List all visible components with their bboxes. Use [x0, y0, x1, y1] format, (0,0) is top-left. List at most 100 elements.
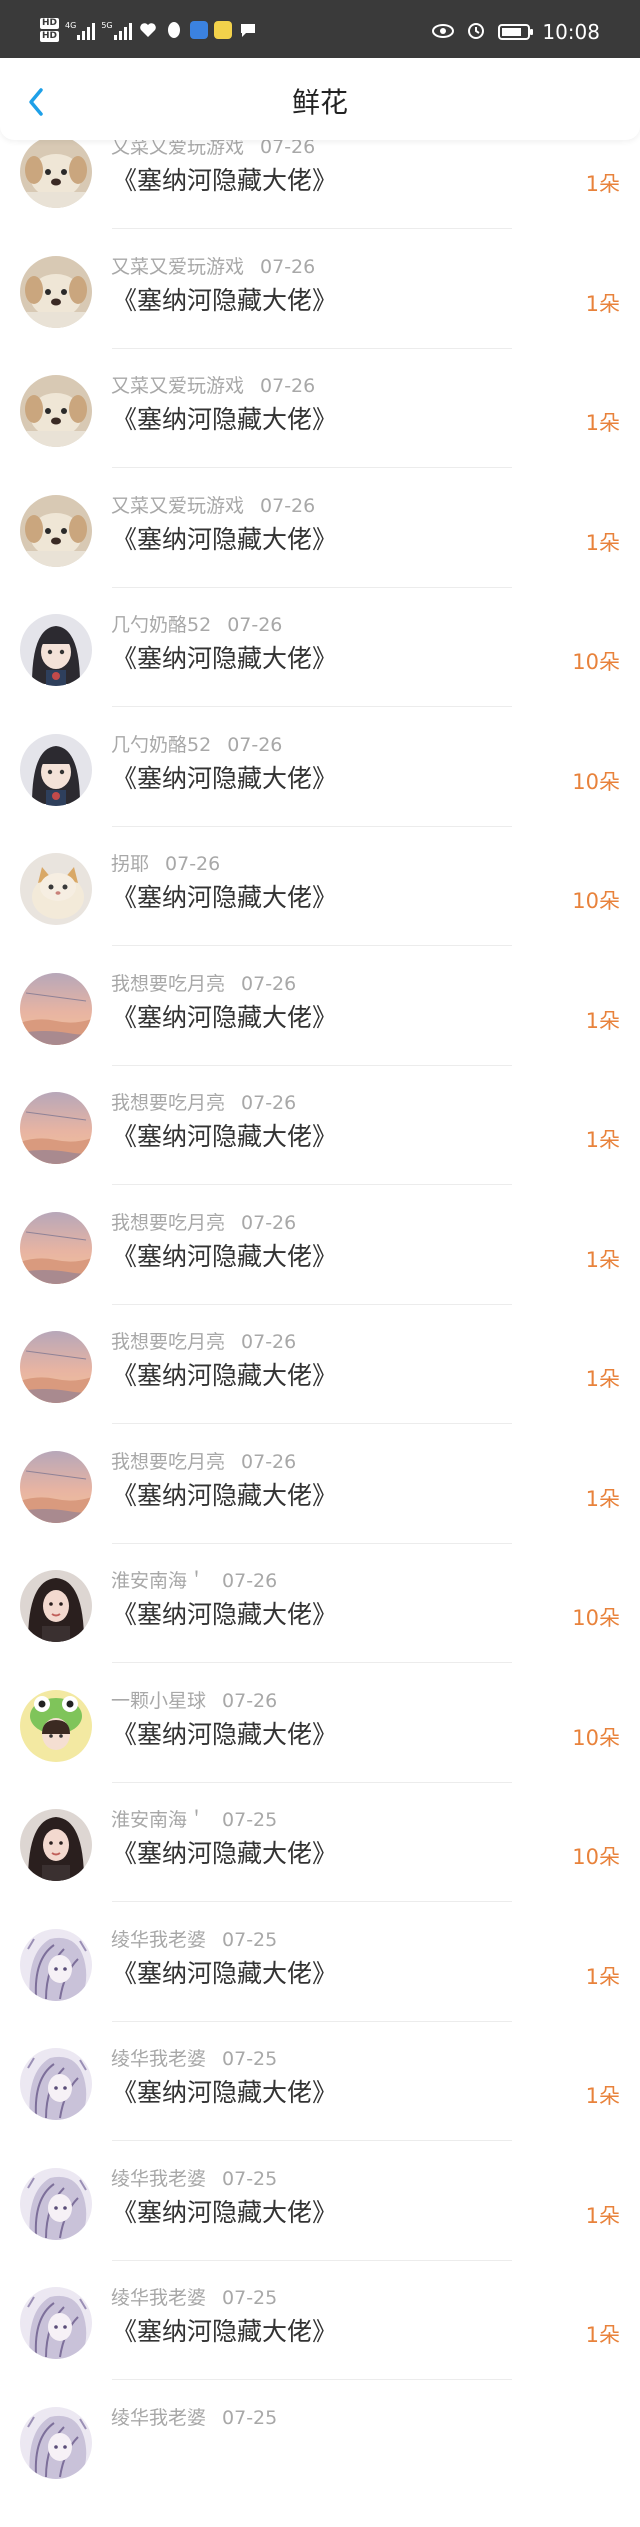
flower-list-item[interactable]: 绫华我老婆 07-25 《塞纳河隐藏大佬》 1朵: [0, 2167, 640, 2288]
sender-name[interactable]: 我想要吃月亮: [111, 1331, 225, 1353]
sender-name[interactable]: 淮安南海＇: [111, 1809, 206, 1831]
avatar[interactable]: [20, 614, 92, 686]
avatar[interactable]: [20, 1689, 92, 1762]
status-bar: HD HD 4G 5G 10:08: [0, 0, 640, 58]
avatar[interactable]: [20, 972, 92, 1045]
avatar[interactable]: [20, 1928, 92, 2001]
sender-name[interactable]: 绫华我老婆: [111, 2048, 206, 2070]
sender-name[interactable]: 绫华我老婆: [111, 2407, 206, 2429]
flower-message: 《塞纳河隐藏大佬》: [112, 2197, 338, 2227]
sender-name[interactable]: 淮安南海＇: [111, 1570, 206, 1592]
flower-list-item[interactable]: 又菜又爱玩游戏 07-26 《塞纳河隐藏大佬》 1朵: [0, 375, 640, 495]
sender-name[interactable]: 又菜又爱玩游戏: [111, 495, 244, 517]
avatar[interactable]: [20, 1809, 92, 1881]
row-divider: [112, 1662, 512, 1663]
flower-count: 1朵: [585, 1247, 620, 1272]
sender-name[interactable]: 绫华我老婆: [111, 2287, 206, 2309]
avatar[interactable]: [20, 375, 92, 447]
sender-name[interactable]: 我想要吃月亮: [111, 1212, 225, 1234]
flower-list-item[interactable]: 我想要吃月亮 07-26 《塞纳河隐藏大佬》 1朵: [0, 1211, 640, 1332]
sent-date: 07-25: [222, 2048, 278, 2070]
network-type-2: 5G: [101, 20, 113, 30]
sender-line: 淮安南海＇ 07-26: [111, 1570, 277, 1592]
flower-count: 1朵: [585, 2084, 620, 2108]
sender-name[interactable]: 几勺奶酪52: [111, 734, 211, 756]
avatar[interactable]: [20, 1570, 92, 1642]
flower-list-item[interactable]: 淮安南海＇ 07-26 《塞纳河隐藏大佬》 10朵: [0, 1570, 640, 1690]
flower-list-item[interactable]: 绫华我老婆 07-25 《塞纳河隐藏大佬》 1朵: [0, 1928, 640, 2049]
hd-indicator: HD HD: [40, 18, 60, 42]
avatar[interactable]: [20, 136, 92, 208]
flower-message: 《塞纳河隐藏大佬》: [112, 1600, 338, 1629]
avatar[interactable]: [20, 2048, 92, 2120]
row-divider: [112, 467, 512, 468]
sender-line: 我想要吃月亮 07-26: [111, 1092, 296, 1114]
flower-message: 《塞纳河隐藏大佬》: [112, 644, 338, 673]
sent-date: 07-26: [165, 853, 221, 875]
row-divider: [112, 2020, 512, 2022]
sender-name[interactable]: 我想要吃月亮: [111, 1092, 225, 1114]
flower-list-item[interactable]: 又菜又爱玩游戏 07-26 《塞纳河隐藏大佬》 1朵: [0, 494, 640, 615]
hd-label-2: HD: [40, 31, 60, 42]
sent-date: 07-26: [241, 1450, 297, 1473]
status-left-group: HD HD 4G 5G: [40, 18, 258, 42]
sent-date: 07-26: [260, 494, 316, 517]
avatar[interactable]: [20, 1331, 92, 1403]
sender-name[interactable]: 我想要吃月亮: [111, 1451, 225, 1473]
flower-list-item[interactable]: 我想要吃月亮 07-26 《塞纳河隐藏大佬》 1朵: [0, 1331, 640, 1451]
avatar[interactable]: [20, 853, 92, 925]
flower-list-item[interactable]: 绫华我老婆 07-25 《塞纳河隐藏大佬》 1朵: [0, 2048, 640, 2168]
app-yellow-icon: [213, 21, 232, 39]
flower-list-item[interactable]: 拐耶 07-26 《塞纳河隐藏大佬》 10朵: [0, 853, 640, 973]
sender-line: 淮安南海＇ 07-25: [111, 1809, 277, 1831]
qq-penguin-icon: [164, 20, 184, 40]
flower-list-item[interactable]: 我想要吃月亮 07-26 《塞纳河隐藏大佬》 1朵: [0, 1092, 640, 1212]
avatar[interactable]: [20, 1211, 92, 1284]
sent-date: 07-26: [241, 1092, 297, 1114]
flower-list-item[interactable]: 绫华我老婆 07-25: [0, 2406, 640, 2527]
sender-line: 又菜又爱玩游戏 07-26: [111, 495, 315, 517]
sent-date: 07-25: [222, 1809, 278, 1831]
flower-list-item[interactable]: 几勺奶酪52 07-26 《塞纳河隐藏大佬》 10朵: [0, 733, 640, 854]
flower-list-item[interactable]: 又菜又爱玩游戏 07-26 《塞纳河隐藏大佬》 1朵: [0, 255, 640, 376]
chat-bubble-icon: [238, 20, 258, 40]
flower-message: 《塞纳河隐藏大佬》: [112, 405, 338, 434]
row-divider: [112, 228, 512, 229]
avatar[interactable]: [20, 255, 92, 328]
avatar[interactable]: [20, 733, 92, 806]
sent-date: 07-26: [260, 375, 316, 397]
sender-name[interactable]: 我想要吃月亮: [111, 973, 225, 995]
avatar[interactable]: [20, 1092, 92, 1164]
flower-list-item[interactable]: 我想要吃月亮 07-26 《塞纳河隐藏大佬》 1朵: [0, 972, 640, 1093]
flower-list-item[interactable]: 一颗小星球 07-26 《塞纳河隐藏大佬》 10朵: [0, 1689, 640, 1810]
flower-list-item[interactable]: 又菜又爱玩游戏 07-26 《塞纳河隐藏大佬》 1朵: [0, 136, 640, 256]
flower-list-item[interactable]: 绫华我老婆 07-25 《塞纳河隐藏大佬》 1朵: [0, 2287, 640, 2407]
sender-line: 绫华我老婆 07-25: [111, 2168, 277, 2190]
flower-count: 10朵: [572, 1725, 620, 1750]
sender-name[interactable]: 绫华我老婆: [111, 2168, 206, 2190]
sent-date: 07-26: [227, 733, 283, 756]
sent-date: 07-25: [222, 1928, 278, 1951]
sender-name[interactable]: 拐耶: [111, 853, 149, 875]
hd-label-1: HD: [40, 18, 60, 29]
sender-name[interactable]: 几勺奶酪52: [111, 614, 211, 636]
flower-list-item[interactable]: 淮安南海＇ 07-25 《塞纳河隐藏大佬》 10朵: [0, 1809, 640, 1929]
sender-name[interactable]: 一颗小星球: [111, 1690, 206, 1712]
signal-bars-icon: [77, 22, 96, 40]
avatar[interactable]: [20, 1450, 92, 1523]
sent-date: 07-26: [260, 255, 316, 278]
flower-message: 《塞纳河隐藏大佬》: [112, 1241, 338, 1271]
avatar[interactable]: [20, 494, 92, 567]
sender-name[interactable]: 又菜又爱玩游戏: [111, 375, 244, 397]
flower-list-item[interactable]: 我想要吃月亮 07-26 《塞纳河隐藏大佬》 1朵: [0, 1450, 640, 1571]
sender-name[interactable]: 又菜又爱玩游戏: [111, 256, 244, 278]
avatar[interactable]: [20, 2287, 92, 2359]
flower-count: 1朵: [585, 2323, 620, 2347]
flower-list-item[interactable]: 几勺奶酪52 07-26 《塞纳河隐藏大佬》 10朵: [0, 614, 640, 734]
sender-name[interactable]: 绫华我老婆: [111, 1929, 206, 1951]
flower-count: 10朵: [572, 1606, 620, 1630]
flower-count: 10朵: [572, 1845, 620, 1869]
avatar[interactable]: [20, 2406, 92, 2479]
avatar[interactable]: [20, 2167, 92, 2240]
sender-line: 又菜又爱玩游戏 07-26: [111, 256, 315, 278]
